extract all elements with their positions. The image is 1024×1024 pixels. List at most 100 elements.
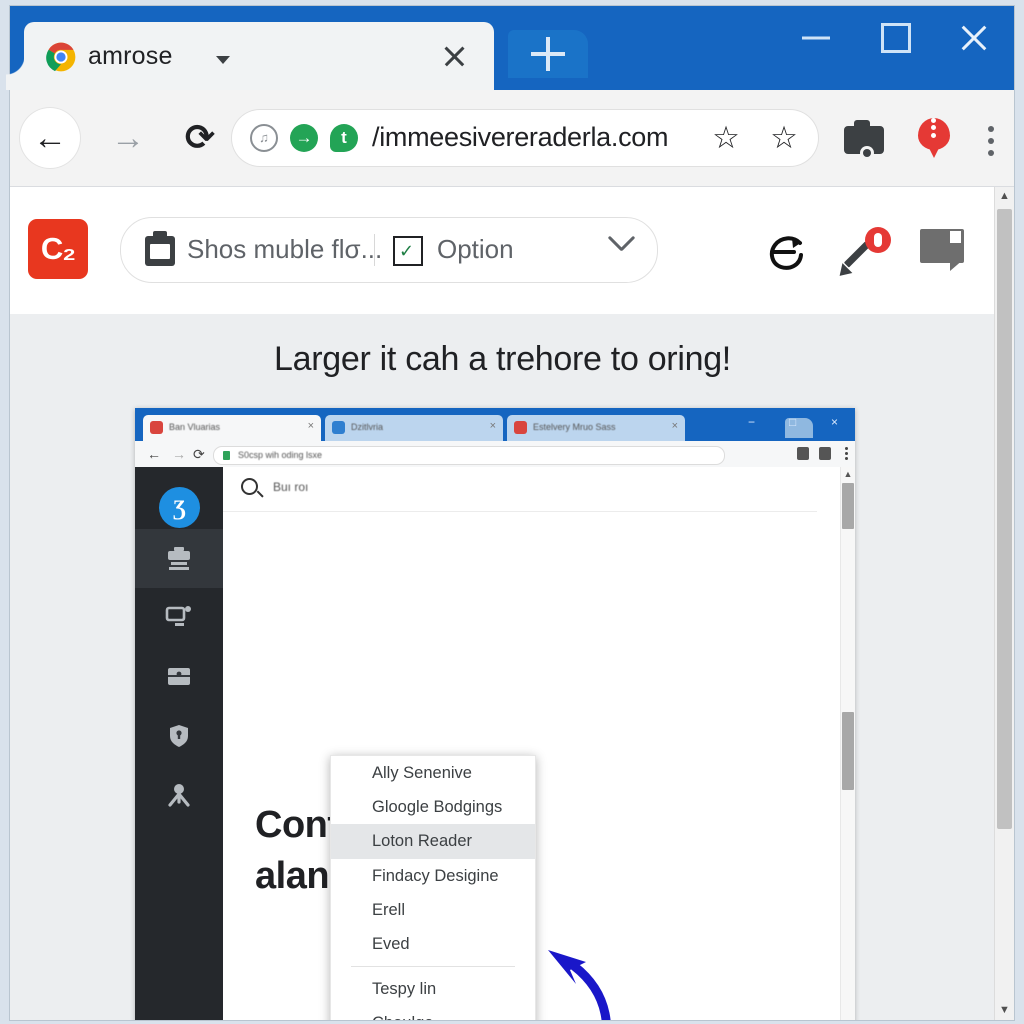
location-pin-icon[interactable] <box>910 114 958 162</box>
inner-search-bar[interactable]: Buı roı <box>223 467 817 512</box>
maximize-icon <box>881 23 911 53</box>
browser-toolbar: ← → ⟳ ♫ → t /immeesivereraderla.com ☆ ☆ <box>10 90 1014 187</box>
inner-tab-3[interactable]: Estelvery Mruo Sass × <box>507 415 685 441</box>
inner-minimize-button[interactable]: − <box>748 416 755 428</box>
menu-item-6[interactable]: Teѕpy lin <box>331 972 535 1006</box>
inner-tab-2[interactable]: Dzitlvria × <box>325 415 503 441</box>
dropdown-caret-icon[interactable] <box>216 56 230 64</box>
inner-tab-1[interactable]: Ban Vluarias × <box>143 415 321 441</box>
inner-scroll-thumb[interactable] <box>842 712 854 790</box>
option-label: Option <box>437 234 514 264</box>
divider <box>374 234 375 266</box>
sidebar-item-inbox[interactable] <box>135 647 223 706</box>
tab-close-button[interactable] <box>436 38 472 74</box>
inner-scroll-thumb-top[interactable] <box>842 483 854 529</box>
screenshot-root: amrose ← → ⟳ ♫ → t /immeesivereraderla.c… <box>0 0 1024 1024</box>
scroll-thumb[interactable] <box>997 209 1012 829</box>
lock-icon <box>223 451 230 460</box>
scroll-down-arrow[interactable]: ▼ <box>995 1001 1014 1020</box>
forward-arrow-icon: → <box>111 119 145 157</box>
new-tab-button[interactable] <box>508 30 588 78</box>
inner-address-bar[interactable]: S0csp wih oding lsxe <box>213 446 725 465</box>
reload-icon: ⟳ <box>184 116 216 158</box>
camera-icon[interactable] <box>840 114 888 162</box>
translate-badge-icon[interactable]: t <box>330 124 358 152</box>
inner-forward-button[interactable]: → <box>172 447 186 461</box>
inner-tab-label-3: Estelvery Mruo Sass <box>533 422 616 432</box>
menu-item-7[interactable]: Choulge <box>331 1006 535 1020</box>
reload-button[interactable]: ⟳ <box>170 108 230 168</box>
inner-kebab-menu-icon[interactable] <box>845 447 848 460</box>
back-button[interactable]: ← <box>20 108 80 168</box>
window-minimize-button[interactable] <box>786 16 846 60</box>
sidebar-item-shield[interactable] <box>135 706 223 765</box>
kebab-menu-icon[interactable] <box>976 114 1006 162</box>
extension-logo[interactable]: C₂ <box>28 219 88 279</box>
inner-close-button[interactable]: × <box>831 416 838 428</box>
inner-scroll-up-arrow[interactable]: ▲ <box>841 467 855 481</box>
app-logo-icon[interactable]: Ʒ <box>159 487 200 528</box>
inner-back-button[interactable]: ← <box>147 447 161 461</box>
scroll-up-arrow[interactable]: ▲ <box>995 187 1014 206</box>
music-badge-icon[interactable]: ♫ <box>250 124 278 152</box>
person-icon <box>168 783 190 807</box>
note-tail <box>950 259 964 271</box>
calendar-icon <box>145 231 175 266</box>
note-body <box>920 229 964 263</box>
menu-item-1[interactable]: Gloogle Bodgings <box>331 790 535 824</box>
extension-toolbar: C₂ Shoѕ muble flσ... ✓ Option <box>10 187 1014 315</box>
screen-share-icon <box>165 605 191 626</box>
shield-icon <box>170 724 188 747</box>
window-controls <box>764 6 1014 66</box>
inner-reload-button[interactable]: ⟳ <box>193 447 205 461</box>
inner-tab-label: Ban Vluarias <box>169 422 221 432</box>
chrome-logo-icon <box>46 42 76 72</box>
sticky-note-icon[interactable] <box>920 229 968 273</box>
menu-item-5[interactable]: Eved <box>331 927 535 961</box>
inner-titlebar: Ban Vluarias × Dzitlvria × Estelvery Mru… <box>135 408 855 441</box>
inner-tab-close-2[interactable]: × <box>490 421 496 432</box>
bookmark-star-icon[interactable]: ☆ <box>710 122 742 155</box>
sidebar-item-briefcase[interactable] <box>135 529 223 588</box>
kebab-dot-3 <box>988 150 994 156</box>
menu-item-2[interactable]: Loton Reader <box>331 824 535 859</box>
page-scrollbar[interactable]: ▲ ▼ <box>994 187 1014 1020</box>
option-checkbox[interactable]: ✓ <box>393 236 423 266</box>
menu-item-0[interactable]: Ally Senenive <box>331 756 535 790</box>
inner-scrollbar[interactable]: ▲ ▼ <box>840 467 855 1020</box>
browser-tab-amrose[interactable]: amrose <box>6 22 494 90</box>
inner-tab-favicon-3 <box>514 421 527 434</box>
app-logo-letter: Ʒ <box>173 495 186 520</box>
kebab-dot-2 <box>988 138 994 144</box>
address-bar[interactable]: ♫ → t /immeesivereraderla.com ☆ ☆ <box>232 110 818 166</box>
window-close-button[interactable] <box>944 16 1004 60</box>
browser-window: amrose ← → ⟳ ♫ → t /immeesivereraderla.c… <box>6 6 1014 1020</box>
refresh-loop-icon[interactable] <box>762 229 808 275</box>
inner-sidebar: Ʒ <box>135 467 223 1020</box>
pen-highlight-icon[interactable] <box>834 227 891 281</box>
inner-extension-icon-2[interactable] <box>819 447 831 460</box>
bookmark-star-icon-2[interactable]: ☆ <box>768 122 800 155</box>
inner-kebab-dot-1 <box>845 447 848 450</box>
inner-extension-icon-1[interactable] <box>797 447 809 460</box>
inner-toolbar: ← → ⟳ S0csp wih oding lsxe <box>135 441 855 468</box>
inner-tab-close-3[interactable]: × <box>672 421 678 432</box>
page-headline: Larger it cah a trehore to oring! <box>274 340 731 378</box>
inner-tab-close[interactable]: × <box>308 421 314 432</box>
browser-titlebar: amrose <box>6 6 1014 90</box>
forward-button[interactable]: → <box>98 108 158 168</box>
window-maximize-button[interactable] <box>866 16 926 60</box>
menu-item-4[interactable]: Erell <box>331 893 535 927</box>
extension-preset-control[interactable]: Shoѕ muble flσ... ✓ Option <box>120 217 658 283</box>
calendar-inner <box>150 244 170 259</box>
arrow-badge-icon[interactable]: → <box>290 124 318 152</box>
inner-maximize-button[interactable]: □ <box>789 416 796 428</box>
menu-item-3[interactable]: Findacy Desigine <box>331 859 535 893</box>
search-icon <box>241 478 258 495</box>
sidebar-item-person[interactable] <box>135 765 223 824</box>
sidebar-item-screen-share[interactable] <box>135 588 223 647</box>
inbox-icon <box>168 667 190 685</box>
page-content: Larger it cah a trehore to oring! Ban Vl… <box>10 314 995 1020</box>
chevron-down-icon[interactable] <box>607 238 633 264</box>
minimize-icon <box>802 36 830 40</box>
